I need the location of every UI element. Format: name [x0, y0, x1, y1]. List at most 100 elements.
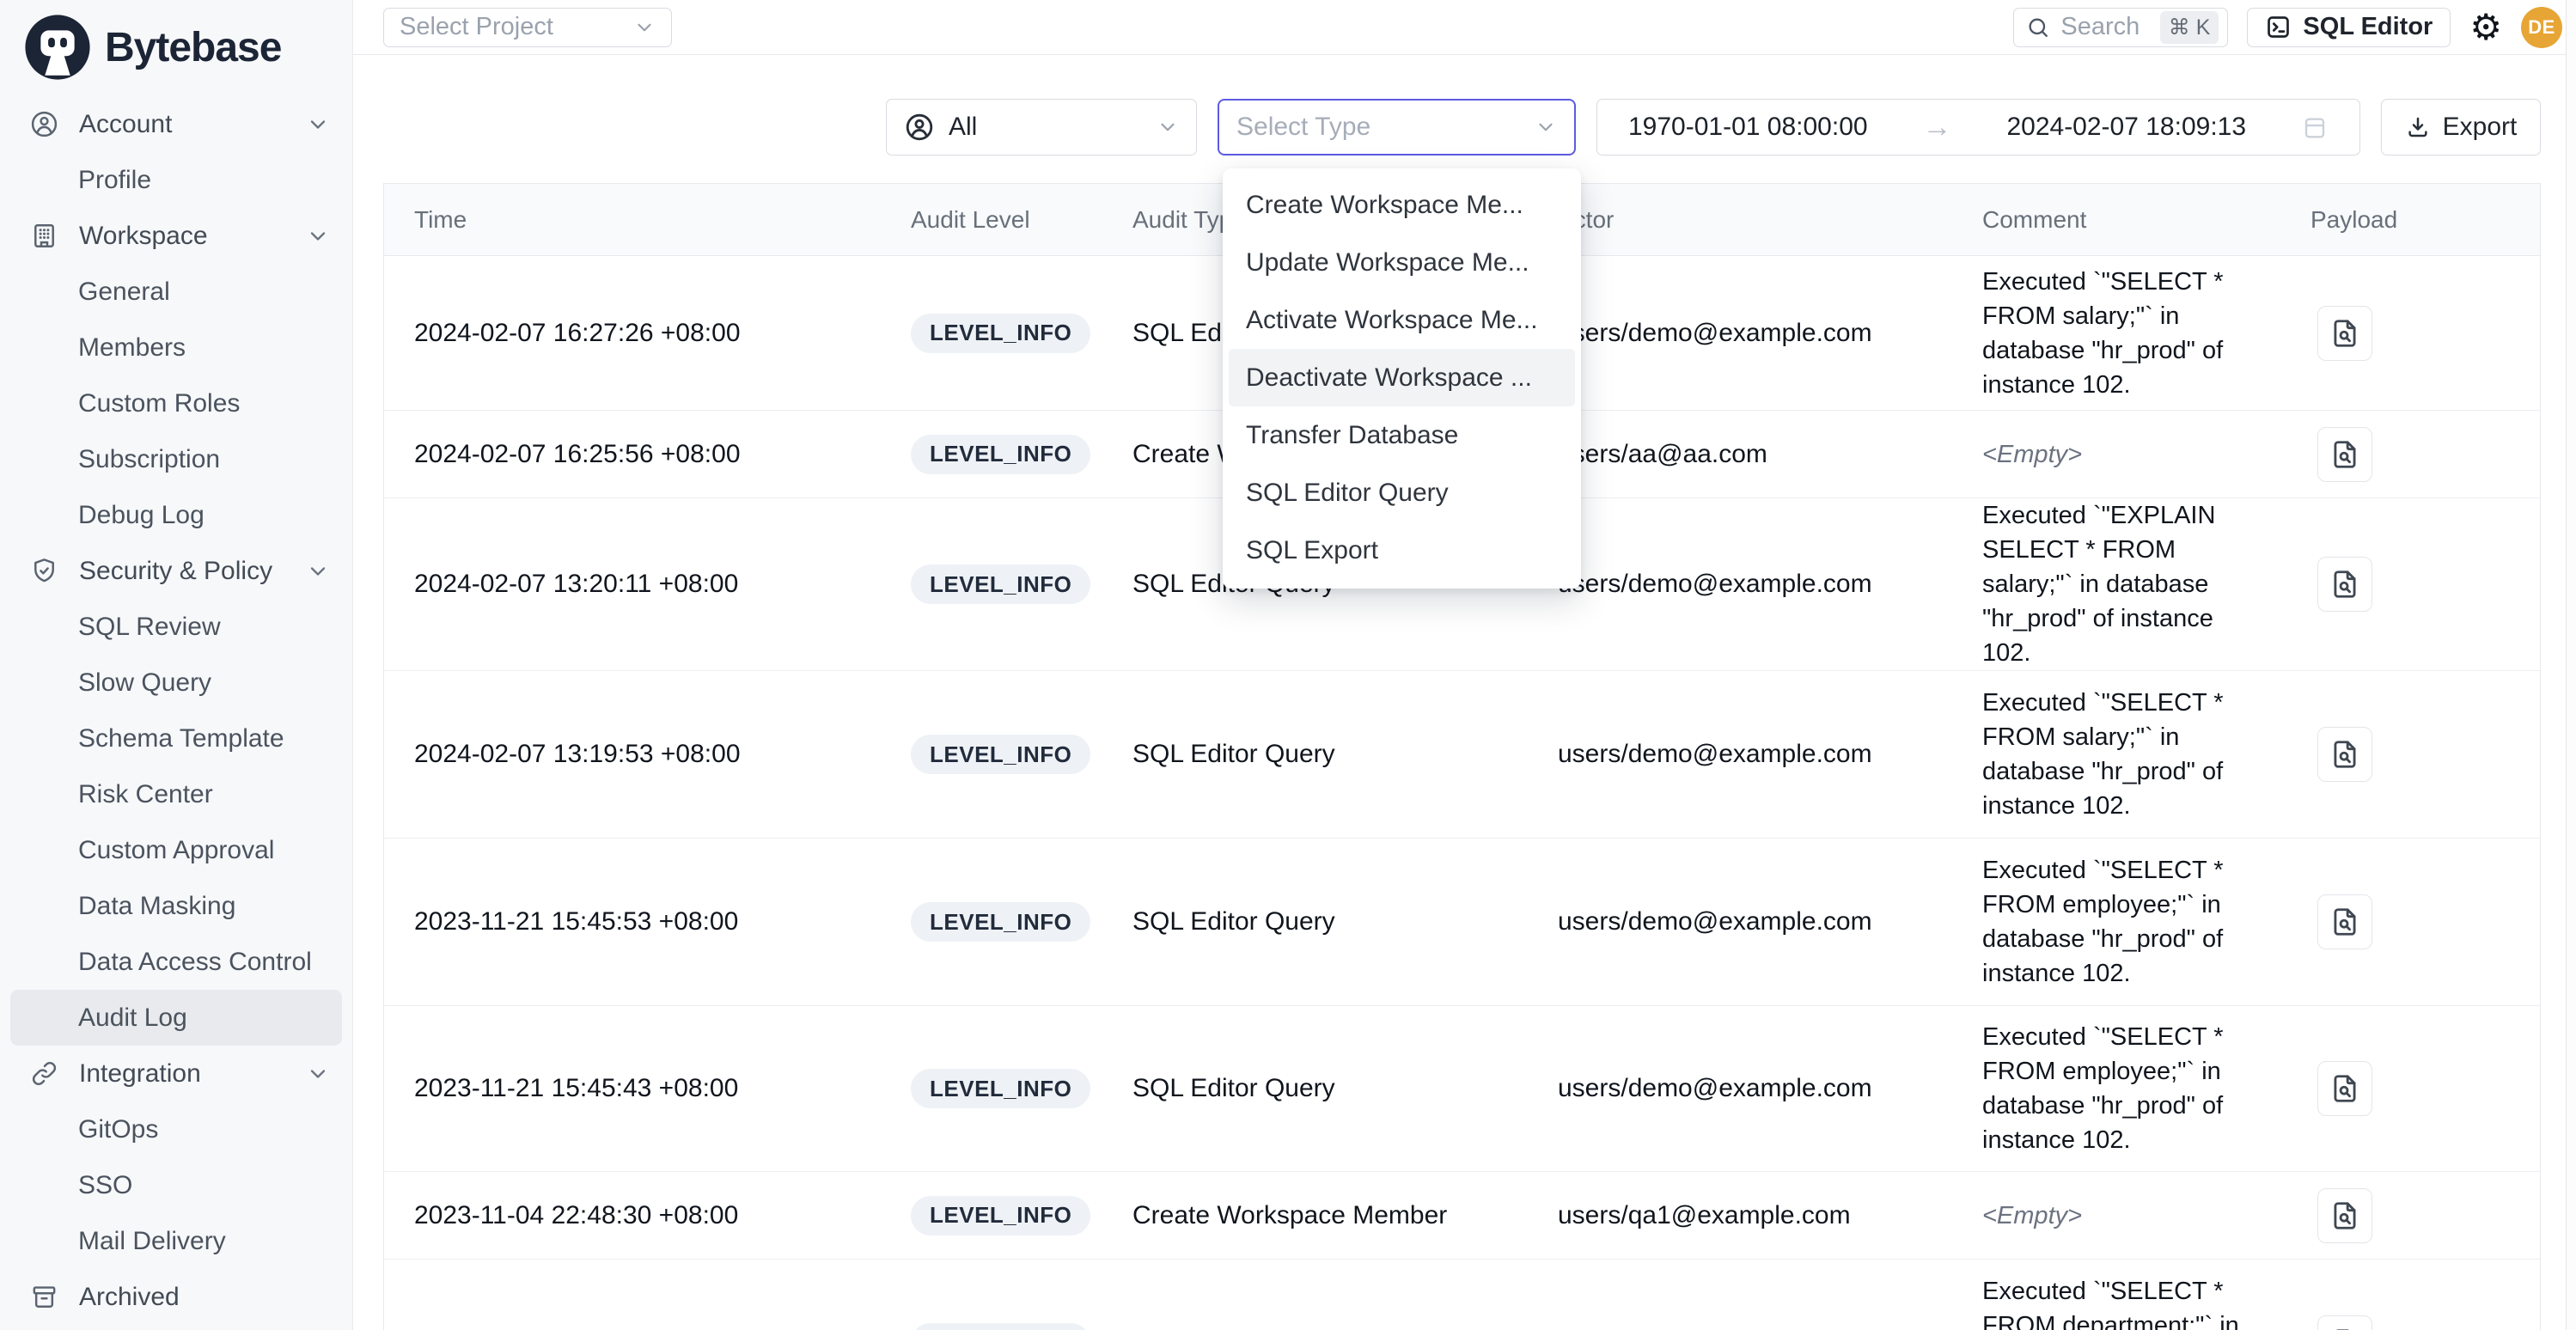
- topbar-actions: Search ⌘ K SQL Editor ⚙ DE: [2013, 7, 2562, 48]
- date-range-picker[interactable]: 1970-01-01 08:00:00 → 2024-02-07 18:09:1…: [1596, 99, 2360, 156]
- payload-view-button[interactable]: [2317, 727, 2372, 782]
- audit-actor: users/demo@example.com: [1528, 1074, 1952, 1103]
- payload-view-button[interactable]: [2317, 894, 2372, 949]
- sidebar-item-custom-roles[interactable]: Custom Roles: [10, 375, 342, 431]
- audit-level-badge: LEVEL_INFO: [911, 1069, 1090, 1108]
- person-circle-icon: [904, 112, 935, 143]
- chevron-down-icon: [633, 16, 656, 39]
- main-area: Select Project Search ⌘ K SQL Editor ⚙ D…: [353, 0, 2576, 1330]
- sidebar-item-gitops[interactable]: GitOps: [10, 1101, 342, 1157]
- chevron-down-icon: [1157, 116, 1179, 138]
- table-row: 2023-11-04 21:26:24 +08:00 LEVEL_INFO SQ…: [384, 1260, 2540, 1330]
- export-button[interactable]: Export: [2381, 99, 2541, 156]
- menu-item-sql-export[interactable]: SQL Export: [1229, 522, 1575, 579]
- sidebar-item-subscription[interactable]: Subscription: [10, 431, 342, 487]
- sidebar-item-sql-review[interactable]: SQL Review: [10, 599, 342, 655]
- scrollbar[interactable]: [2566, 0, 2576, 1330]
- sidebar-item-members[interactable]: Members: [10, 320, 342, 375]
- search-input[interactable]: Search ⌘ K: [2013, 8, 2228, 47]
- audit-comment: Executed `"SELECT * FROM salary;"` in da…: [1982, 689, 2224, 820]
- sidebar-item-security-policy[interactable]: Security & Policy: [10, 543, 342, 599]
- brand-logo[interactable]: Bytebase: [10, 9, 342, 96]
- chevron-down-icon: [1535, 116, 1557, 138]
- sidebar-item-profile[interactable]: Profile: [10, 152, 342, 208]
- sidebar-item-slow-query[interactable]: Slow Query: [10, 655, 342, 711]
- search-icon: [2026, 15, 2050, 40]
- menu-item-update-workspace-member[interactable]: Update Workspace Me...: [1229, 234, 1575, 291]
- column-payload: Payload: [2280, 206, 2540, 234]
- audit-comment: <Empty>: [1982, 1202, 2082, 1229]
- avatar[interactable]: DE: [2521, 7, 2562, 48]
- project-select[interactable]: Select Project: [383, 8, 672, 47]
- payload-view-button[interactable]: [2317, 306, 2372, 361]
- menu-item-transfer-database[interactable]: Transfer Database: [1229, 406, 1575, 464]
- arrow-right-icon: →: [1923, 111, 1952, 144]
- audit-type: SQL Editor Query: [1102, 1074, 1528, 1103]
- audit-level-badge: LEVEL_INFO: [911, 314, 1090, 353]
- sidebar-item-custom-approval[interactable]: Custom Approval: [10, 822, 342, 878]
- file-search-icon: [2329, 1199, 2361, 1232]
- gear-icon[interactable]: ⚙: [2469, 9, 2502, 46]
- audit-level-badge: LEVEL_INFO: [911, 435, 1090, 474]
- menu-item-activate-workspace-member[interactable]: Activate Workspace Me...: [1229, 291, 1575, 349]
- bytebase-robot-icon: [22, 12, 93, 82]
- type-filter-select[interactable]: Select Type: [1218, 99, 1576, 156]
- table-row: 2023-11-21 15:45:53 +08:00 LEVEL_INFO SQ…: [384, 839, 2540, 1006]
- audit-actor: users/demo@example.com: [1528, 907, 1952, 936]
- payload-view-button[interactable]: [2317, 1315, 2372, 1330]
- project-select-placeholder: Select Project: [400, 13, 553, 41]
- actor-filter-select[interactable]: All: [886, 99, 1197, 156]
- sql-editor-button[interactable]: SQL Editor: [2247, 8, 2451, 47]
- sidebar-item-archived[interactable]: Archived: [10, 1269, 342, 1325]
- column-actor: Actor: [1528, 206, 1952, 234]
- sidebar-item-debug-log[interactable]: Debug Log: [10, 487, 342, 543]
- file-search-icon: [2329, 738, 2361, 771]
- menu-item-create-workspace-member[interactable]: Create Workspace Me...: [1229, 176, 1575, 234]
- sidebar-item-workspace[interactable]: Workspace: [10, 208, 342, 264]
- export-label: Export: [2443, 113, 2518, 142]
- audit-level-badge: LEVEL_INFO: [911, 1323, 1090, 1330]
- sidebar-item-sso[interactable]: SSO: [10, 1157, 342, 1213]
- payload-view-button[interactable]: [2317, 557, 2372, 612]
- building-icon: [29, 221, 59, 251]
- audit-time: 2023-11-04 22:48:30 +08:00: [384, 1201, 881, 1230]
- sidebar-item-schema-template[interactable]: Schema Template: [10, 711, 342, 766]
- sidebar-item-mail-delivery[interactable]: Mail Delivery: [10, 1213, 342, 1269]
- column-audit-level: Audit Level: [881, 206, 1102, 234]
- menu-item-sql-editor-query[interactable]: SQL Editor Query: [1229, 464, 1575, 522]
- audit-filter-row: All Select Type 1970-01-01 08:00:00 → 20…: [353, 99, 2576, 156]
- topbar: Select Project Search ⌘ K SQL Editor ⚙ D…: [353, 0, 2576, 55]
- sidebar-item-audit-log[interactable]: Audit Log: [10, 990, 342, 1046]
- column-comment: Comment: [1952, 206, 2280, 234]
- audit-actor: users/demo@example.com: [1528, 740, 1952, 769]
- sidebar-item-data-masking[interactable]: Data Masking: [10, 878, 342, 934]
- audit-actor: users/demo@example.com: [1528, 570, 1952, 599]
- sidebar-nav: Account Profile Workspace General Member…: [10, 96, 342, 1325]
- audit-level-badge: LEVEL_INFO: [911, 564, 1090, 604]
- sidebar-item-data-access-control[interactable]: Data Access Control: [10, 934, 342, 990]
- payload-view-button[interactable]: [2317, 1188, 2372, 1243]
- audit-type: Create Workspace Member: [1102, 1201, 1528, 1230]
- column-time: Time: [384, 206, 881, 234]
- audit-time: 2024-02-07 16:27:26 +08:00: [384, 319, 881, 348]
- table-row: 2023-11-04 22:48:30 +08:00 LEVEL_INFO Cr…: [384, 1172, 2540, 1260]
- date-start: 1970-01-01 08:00:00: [1628, 113, 1868, 142]
- bytebase-app: Bytebase Account Profile Workspace Gener…: [0, 0, 2576, 1330]
- file-search-icon: [2329, 1327, 2361, 1330]
- table-row: 2023-11-21 15:45:43 +08:00 LEVEL_INFO SQ…: [384, 1006, 2540, 1172]
- search-shortcut-badge: ⌘ K: [2160, 11, 2219, 44]
- sidebar-item-integration[interactable]: Integration: [10, 1046, 342, 1101]
- sidebar-item-account[interactable]: Account: [10, 96, 342, 152]
- audit-time: 2023-11-21 15:45:43 +08:00: [384, 1074, 881, 1103]
- payload-view-button[interactable]: [2317, 1061, 2372, 1116]
- table-row: 2024-02-07 13:19:53 +08:00 LEVEL_INFO SQ…: [384, 671, 2540, 839]
- audit-actor: users/aa@aa.com: [1528, 440, 1952, 469]
- payload-view-button[interactable]: [2317, 427, 2372, 482]
- archive-icon: [29, 1282, 59, 1312]
- audit-type: SQL Editor Query: [1102, 907, 1528, 936]
- menu-item-deactivate-workspace-member[interactable]: Deactivate Workspace ...: [1229, 349, 1575, 406]
- type-filter-placeholder: Select Type: [1236, 113, 1535, 142]
- audit-comment: Executed `"SELECT * FROM employee;"` in …: [1982, 1023, 2224, 1154]
- sidebar-item-risk-center[interactable]: Risk Center: [10, 766, 342, 822]
- sidebar-item-general[interactable]: General: [10, 264, 342, 320]
